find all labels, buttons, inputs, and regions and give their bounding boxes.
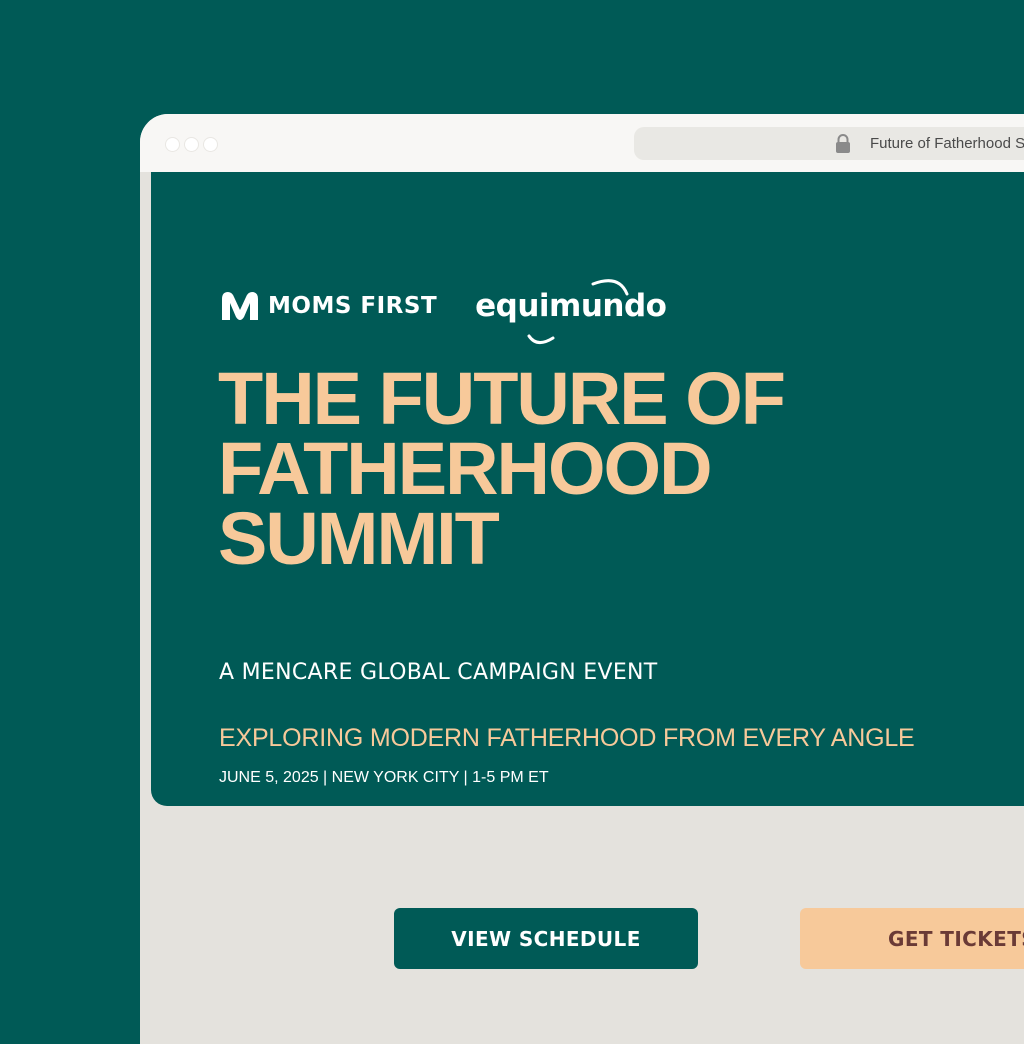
browser-window: Future of Fatherhood S MOMS FIRST equimu… [140, 114, 1024, 1044]
equimundo-logo: equimundo [475, 279, 667, 344]
moms-first-logo: MOMS FIRST [220, 291, 437, 321]
close-window-button[interactable] [166, 138, 179, 151]
page-title: THE FUTURE OF FATHERHOOD SUMMIT [218, 357, 786, 580]
view-schedule-button[interactable]: VIEW SCHEDULE [394, 908, 698, 969]
title-line-2: FATHERHOOD [218, 427, 713, 510]
equimundo-swoosh-icon [527, 279, 629, 344]
partner-logos: MOMS FIRST equimundo [220, 279, 667, 344]
title-line-3: SUMMIT [218, 497, 500, 580]
address-bar-url: Future of Fatherhood S [870, 135, 1024, 152]
event-subtitle: A MENCARE GLOBAL CAMPAIGN EVENT [219, 660, 658, 685]
moms-first-wordmark: MOMS FIRST [268, 293, 438, 319]
event-details: JUNE 5, 2025 | NEW YORK CITY | 1-5 PM ET [219, 769, 549, 786]
browser-titlebar: Future of Fatherhood S [140, 114, 1024, 172]
title-line-1: THE FUTURE OF [218, 357, 786, 440]
get-tickets-button[interactable]: GET TICKETS [800, 908, 1024, 969]
event-tagline: EXPLORING MODERN FATHERHOOD FROM EVERY A… [219, 724, 915, 752]
moms-first-mark-icon [222, 292, 258, 320]
address-bar[interactable]: Future of Fatherhood S [634, 127, 1024, 160]
maximize-window-button[interactable] [204, 138, 217, 151]
window-controls [166, 138, 217, 151]
hero-banner: MOMS FIRST equimundo THE FUTURE OF FATHE… [151, 172, 1024, 806]
lock-icon [836, 134, 850, 153]
minimize-window-button[interactable] [185, 138, 198, 151]
